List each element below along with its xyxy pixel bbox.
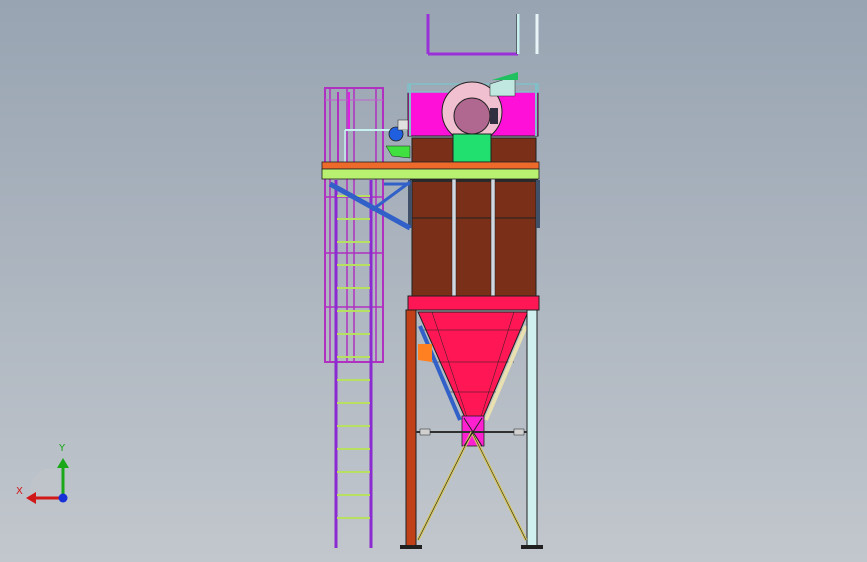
x-axis-label: X [16,486,23,497]
z-axis-dot [58,493,68,503]
motor-block[interactable] [452,133,492,163]
cad-viewport[interactable]: X Y [0,0,867,562]
hopper-flange[interactable] [407,295,540,311]
y-axis-label: Y [59,443,66,454]
cad-3d-model-view[interactable] [0,0,867,562]
service-platform[interactable] [321,161,540,180]
